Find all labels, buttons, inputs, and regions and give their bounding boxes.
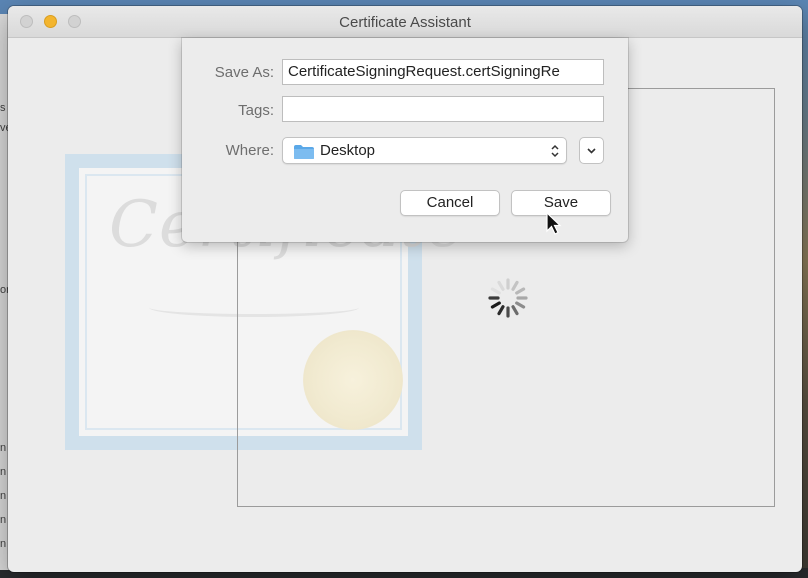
save-as-field[interactable]: CertificateSigningRequest.certSigningRe	[282, 59, 604, 85]
tags-label: Tags:	[238, 102, 274, 119]
background-text: n	[0, 442, 7, 454]
spinner-icon	[488, 278, 528, 318]
chevron-down-icon	[587, 148, 596, 154]
folder-icon	[294, 145, 314, 159]
background-text: n	[0, 514, 7, 526]
where-label: Where:	[225, 142, 274, 159]
tags-field[interactable]	[282, 96, 604, 122]
where-popup-button[interactable]: Desktop	[282, 137, 567, 164]
background-text: n	[0, 490, 7, 502]
background-text: n	[0, 538, 7, 550]
where-value: Desktop	[320, 142, 376, 159]
background-text: s	[0, 102, 6, 114]
mouse-pointer-icon	[546, 212, 562, 235]
background-text: n	[0, 466, 7, 478]
window-title: Certificate Assistant	[339, 14, 471, 31]
expand-button[interactable]	[579, 137, 604, 164]
certificate-assistant-window: Certificate Assistant Certificate Save A…	[8, 6, 802, 572]
updown-chevron-icon	[551, 144, 559, 158]
cancel-button[interactable]: Cancel	[400, 190, 500, 216]
title-bar[interactable]: Certificate Assistant	[8, 6, 802, 38]
save-as-label: Save As:	[214, 64, 274, 81]
